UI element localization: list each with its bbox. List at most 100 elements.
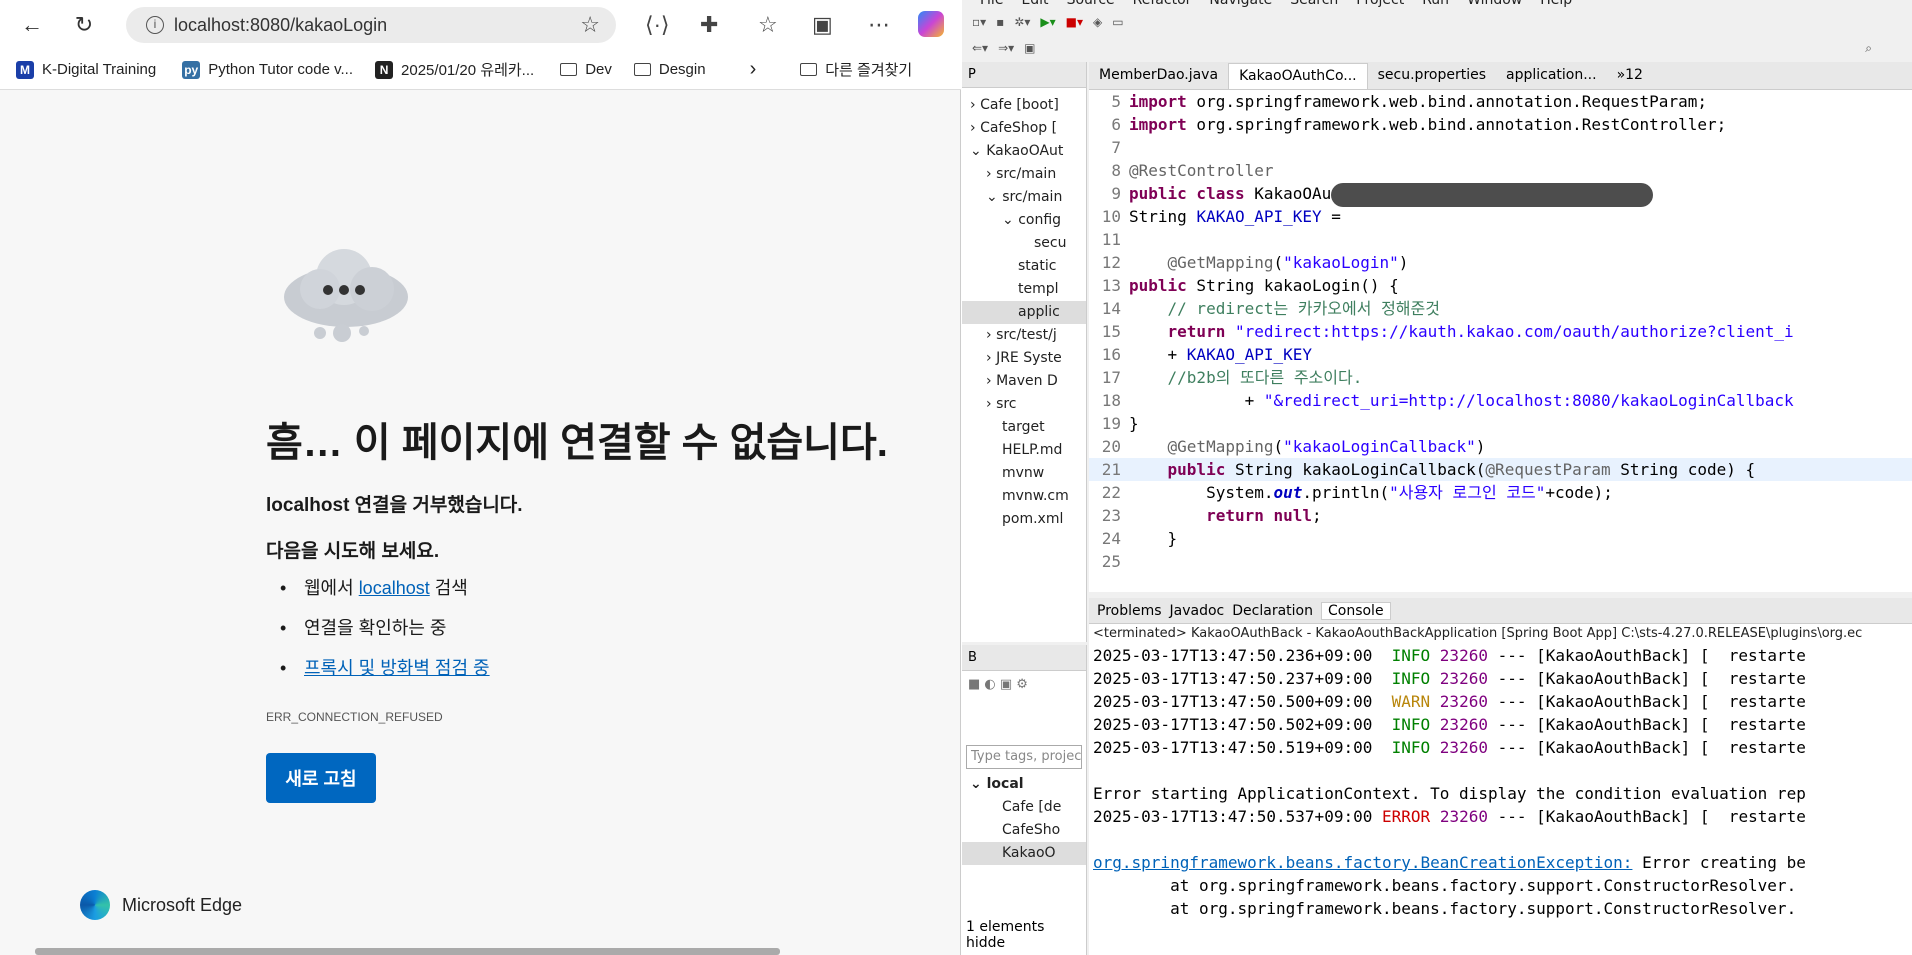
tree-item[interactable]: HELP.md (962, 439, 1086, 462)
bottom-tabs: Problems Javadoc Declaration Console (1089, 598, 1912, 624)
debug-icon[interactable]: ✲▾ (1014, 15, 1030, 29)
tree-item[interactable]: › Maven D (962, 370, 1086, 393)
tree-item[interactable]: templ (962, 278, 1086, 301)
tree-label: HELP.md (1002, 442, 1063, 458)
address-bar[interactable]: i localhost:8080/kakaoLogin ☆ (126, 7, 616, 43)
tab-kakao-controller[interactable]: KakaoOAuthCo... (1228, 63, 1368, 89)
favorite-star-icon[interactable]: ☆ (580, 12, 600, 38)
edge-brand-label: Microsoft Edge (122, 894, 243, 915)
package-explorer-tab[interactable]: P (962, 62, 1086, 88)
tree-item[interactable]: ⌄ KakaoOAut (962, 140, 1086, 163)
menu-search[interactable]: Search (1290, 0, 1338, 8)
tree-item[interactable]: target (962, 416, 1086, 439)
tree-item-selected[interactable]: applic (962, 301, 1086, 324)
proxy-firewall-link[interactable]: 프록시 및 방화벽 점검 중 (304, 658, 490, 678)
tree-item[interactable]: ⌄ config (962, 209, 1086, 232)
tree-label: Cafe [de (1002, 799, 1062, 815)
suggestion-check-connection: 연결을 확인하는 중 (280, 610, 490, 650)
reload-button[interactable]: 새로 고침 (266, 753, 376, 803)
back-icon[interactable]: ← (12, 5, 52, 45)
tab-secu-properties[interactable]: secu.properties (1368, 63, 1496, 89)
menu-help[interactable]: Help (1540, 0, 1572, 8)
search-icon[interactable]: ⌕ (1865, 41, 1872, 56)
package-explorer: P › Cafe [boot] › CafeShop [ ⌄ KakaoOAut… (962, 62, 1087, 642)
redacted-api-key (1331, 183, 1653, 207)
bookmarks-bar: M K-Digital Training py Python Tutor code … (0, 50, 961, 90)
read-aloud-icon[interactable]: ⟨·⟩ (645, 12, 670, 38)
favorites-icon[interactable]: ☆ (758, 12, 778, 38)
tree-item[interactable]: static (962, 255, 1086, 278)
bookmark-folder-dev[interactable]: Dev (560, 61, 612, 78)
info-icon[interactable]: i (146, 16, 164, 34)
ide-window: File Edit Source Refactor Navigate Searc… (962, 0, 1912, 955)
tree-item[interactable]: pom.xml (962, 508, 1086, 531)
code-editor: MemberDao.java KakaoOAuthCo... secu.prop… (1089, 62, 1912, 592)
other-favorites[interactable]: 다른 즐겨찾기 (800, 59, 912, 80)
cloud-error-icon (284, 249, 408, 342)
tab-javadoc[interactable]: Javadoc (1170, 603, 1225, 619)
error-page: 흠… 이 페이지에 연결할 수 없습니다. localhost 연결을 거부했습… (0, 90, 961, 955)
tab-problems[interactable]: Problems (1097, 603, 1162, 619)
tree-item[interactable]: › src (962, 393, 1086, 416)
save-icon[interactable]: ▪ (996, 15, 1004, 29)
tree-item[interactable]: › src/main (962, 163, 1086, 186)
copilot-icon[interactable] (918, 11, 944, 37)
tab-declaration[interactable]: Declaration (1232, 603, 1313, 619)
error-title: 흠… 이 페이지에 연결할 수 없습니다. (266, 421, 888, 465)
folder-icon (633, 63, 651, 76)
bookmark-notion[interactable]: N 2025/01/20 유레카... (375, 59, 534, 80)
pin-icon[interactable]: ▣ (1024, 41, 1035, 55)
stop-icon[interactable]: ■▾ (1066, 15, 1083, 29)
menu-refactor[interactable]: Refactor (1133, 0, 1192, 8)
tree-item[interactable]: › JRE Syste (962, 347, 1086, 370)
localhost-search-link[interactable]: localhost (359, 578, 430, 598)
more-icon[interactable]: ⋯ (868, 12, 890, 38)
server-item[interactable]: CafeSho (962, 819, 1086, 842)
extensions-icon[interactable]: ✚ (700, 12, 718, 38)
menu-file[interactable]: File (980, 0, 1003, 8)
folder-open-icon[interactable]: ▭ (1112, 15, 1123, 29)
server-tree: ⌄ local Cafe [de CafeSho KakaoO (962, 773, 1086, 865)
tree-item[interactable]: mvnw.cm (962, 485, 1086, 508)
server-group[interactable]: ⌄ local (962, 773, 1086, 796)
code-area[interactable]: 5 import org.springframework.web.bind.ann… (1089, 90, 1912, 573)
server-item-selected[interactable]: KakaoO (962, 842, 1086, 865)
tree-item[interactable]: ⌄ src/main (962, 186, 1086, 209)
exception-link[interactable]: org.springframework.beans.factory.BeanCr… (1093, 853, 1632, 872)
tree-item[interactable]: › src/test/j (962, 324, 1086, 347)
tab-memberdao[interactable]: MemberDao.java (1089, 63, 1228, 89)
chevron-right-icon[interactable]: › (750, 58, 757, 81)
tree-item[interactable]: mvnw (962, 462, 1086, 485)
run-icon[interactable]: ▶▾ (1040, 15, 1055, 29)
nav-back-icon[interactable]: ⇐▾ (972, 41, 988, 55)
tab-overflow[interactable]: »12 (1607, 63, 1653, 89)
menu-edit[interactable]: Edit (1021, 0, 1048, 8)
log-ts: 2025-03-17T13:47:50.236+09:00 (1093, 646, 1373, 665)
tree-item[interactable]: secu (962, 232, 1086, 255)
project-tree: › Cafe [boot] › CafeShop [ ⌄ KakaoOAut ›… (962, 94, 1086, 531)
menu-project[interactable]: Project (1356, 0, 1404, 8)
bookmark-folder-desgin[interactable]: Desgin (633, 61, 706, 78)
tree-item[interactable]: › Cafe [boot] (962, 94, 1086, 117)
open-type-icon[interactable]: ◈ (1093, 15, 1102, 29)
boot-dashboard-tab[interactable]: B (962, 645, 1086, 671)
menu-navigate[interactable]: Navigate (1209, 0, 1272, 8)
horizontal-scrollbar[interactable] (35, 948, 780, 955)
tree-label: src (996, 396, 1017, 412)
menu-source[interactable]: Source (1067, 0, 1115, 8)
new-icon[interactable]: ▫▾ (972, 15, 986, 29)
tree-item[interactable]: › CafeShop [ (962, 117, 1086, 140)
refresh-icon[interactable]: ↻ (64, 5, 104, 45)
tag-filter-input[interactable]: Type tags, projec (966, 745, 1082, 769)
menu-run[interactable]: Run (1422, 0, 1449, 8)
tab-application[interactable]: application... (1496, 63, 1607, 89)
bookmark-k-digital[interactable]: M K-Digital Training (16, 60, 156, 79)
nav-forward-icon[interactable]: ⇒▾ (998, 41, 1014, 55)
server-item[interactable]: Cafe [de (962, 796, 1086, 819)
log-line: 2025-03-17T13:47:50.519+09:00 INFO 23260… (1089, 736, 1912, 759)
bookmark-python-tutor[interactable]: py Python Tutor code v... (182, 60, 353, 79)
tab-console[interactable]: Console (1320, 601, 1391, 620)
url-text: localhost:8080/kakaoLogin (174, 14, 388, 35)
screenshot-icon[interactable]: ▣ (812, 12, 833, 38)
menu-window[interactable]: Window (1467, 0, 1522, 8)
